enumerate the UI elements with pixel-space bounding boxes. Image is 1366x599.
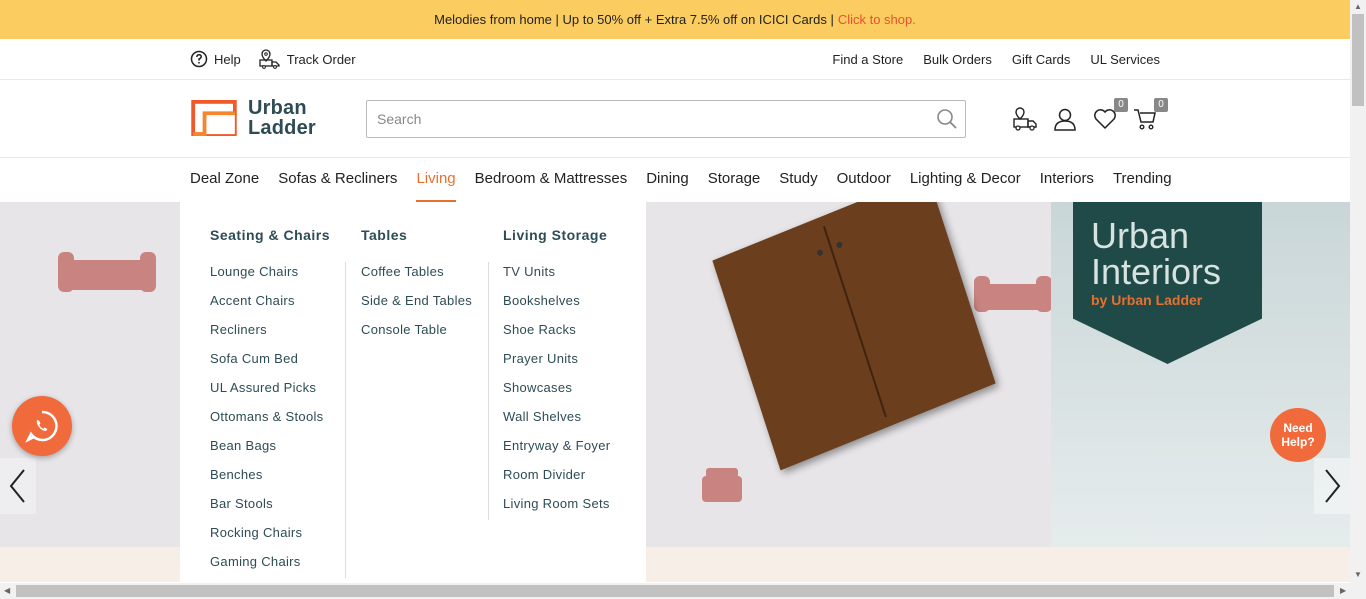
menu-item[interactable]: Gaming Chairs [210,554,323,583]
menu-item[interactable]: UL Assured Picks [210,380,323,409]
nav-storage[interactable]: Storage [708,158,761,202]
brand-logo[interactable]: Urban Ladder [190,98,316,138]
nav-living[interactable]: Living [416,158,456,202]
need-help-button[interactable]: Need Help? [1270,408,1326,462]
nav-bedroom-mattresses[interactable]: Bedroom & Mattresses [475,158,628,202]
help-line-1: Need [1283,421,1313,435]
menu-item[interactable]: Rocking Chairs [210,525,323,554]
promo-cta-link[interactable]: Click to shop. [838,12,916,27]
utility-bar: Help Track Order Find a Store Bulk Order… [0,39,1350,80]
menu-item[interactable]: Bookshelves [503,293,610,322]
search-icon[interactable] [935,107,959,131]
horizontal-scroll-thumb[interactable] [16,585,1334,597]
menu-item[interactable]: Shoe Racks [503,322,610,351]
menu-item[interactable]: Sofa Cum Bed [210,351,323,380]
ul-services-link[interactable]: UL Services [1090,52,1160,67]
track-order-link[interactable]: Track Order [259,49,356,69]
menu-item[interactable]: Showcases [503,380,610,409]
brand-line-2: Ladder [248,117,316,139]
gift-cards-link[interactable]: Gift Cards [1012,52,1071,67]
wishlist-count-badge: 0 [1114,98,1128,112]
scroll-right-icon[interactable]: ▶ [1340,586,1346,595]
whatsapp-button[interactable] [12,396,72,456]
scroll-up-icon[interactable]: ▲ [1354,2,1362,11]
store-locator-button[interactable] [1012,106,1038,132]
tables-heading[interactable]: Tables [361,227,407,243]
scroll-down-icon[interactable]: ▼ [1354,570,1362,579]
menu-item[interactable]: Entryway & Foyer [503,438,610,467]
store-truck-icon [1013,107,1037,131]
bulk-orders-link[interactable]: Bulk Orders [923,52,992,67]
living-mega-menu: Seating & Chairs Lounge Chairs Accent Ch… [180,202,646,582]
horizontal-scrollbar[interactable]: ◀ ▶ [0,583,1366,599]
menu-divider [345,262,346,578]
help-link[interactable]: Help [190,50,241,68]
seating-heading[interactable]: Seating & Chairs [210,227,330,243]
menu-item[interactable]: Ottomans & Stools [210,409,323,438]
nav-study[interactable]: Study [779,158,817,202]
promo-bar: Melodies from home | Up to 50% off + Ext… [0,0,1350,39]
menu-item[interactable]: Console Table [361,322,472,351]
living-storage-heading[interactable]: Living Storage [503,227,607,243]
search-box [366,100,966,138]
banner-line-1: Urban [1091,215,1190,256]
menu-item[interactable]: Accent Chairs [210,293,323,322]
nav-deal-zone[interactable]: Deal Zone [190,158,259,202]
menu-item[interactable]: Bean Bags [210,438,323,467]
site-header: Urban Ladder Search 0 0 [0,80,1350,158]
main-nav: Deal Zone Sofas & Recliners Living Bedro… [0,158,1350,202]
menu-item[interactable]: Side & End Tables [361,293,472,322]
promo-text: Melodies from home | Up to 50% off + Ext… [434,12,834,27]
sofa-pattern-icon [974,276,1052,312]
track-order-label: Track Order [286,51,356,67]
help-line-2: Help? [1281,435,1315,449]
user-icon [1054,108,1076,131]
sofa-pattern-icon [58,252,156,292]
menu-item[interactable]: Bar Stools [210,496,323,525]
carousel-prev-button[interactable] [0,458,36,514]
search-input[interactable] [367,101,907,137]
menu-item[interactable]: Benches [210,467,323,496]
menu-item[interactable]: Room Divider [503,467,610,496]
menu-item[interactable]: TV Units [503,264,610,293]
menu-divider [488,262,489,520]
banner-line-2: Interiors [1091,251,1222,292]
vertical-scrollbar[interactable]: ▲ ▼ [1350,0,1366,583]
product-cabinet-image [712,202,996,471]
vertical-scroll-thumb[interactable] [1352,14,1364,106]
account-button[interactable] [1052,106,1078,132]
nav-sofas-recliners[interactable]: Sofas & Recliners [278,158,397,202]
nav-lighting-decor[interactable]: Lighting & Decor [910,158,1021,202]
chevron-right-icon [1325,469,1341,503]
menu-item[interactable]: Coffee Tables [361,264,472,293]
help-icon [190,50,208,68]
nav-interiors[interactable]: Interiors [1040,158,1094,202]
nav-outdoor[interactable]: Outdoor [837,158,891,202]
cart-button[interactable]: 0 [1132,98,1168,132]
menu-item[interactable]: Prayer Units [503,351,610,380]
chair-pattern-icon [702,468,742,502]
banner-line-3: by Urban Ladder [1091,292,1203,308]
find-store-link[interactable]: Find a Store [832,52,903,67]
chevron-left-icon [9,469,25,503]
track-order-icon [259,49,280,69]
whatsapp-icon [25,410,58,443]
cart-count-badge: 0 [1154,98,1168,112]
carousel-next-button[interactable] [1314,458,1350,514]
brand-line-1: Urban [248,97,307,119]
scroll-left-icon[interactable]: ◀ [4,586,10,595]
wishlist-button[interactable]: 0 [1092,98,1128,132]
nav-trending[interactable]: Trending [1113,158,1172,202]
nav-dining[interactable]: Dining [646,158,689,202]
menu-item[interactable]: Recliners [210,322,323,351]
menu-item[interactable]: Lounge Chairs [210,264,323,293]
menu-item[interactable]: Living Room Sets [503,496,610,525]
logo-mark-icon [191,100,237,136]
help-label: Help [214,51,241,67]
menu-item[interactable]: Wall Shelves [503,409,610,438]
